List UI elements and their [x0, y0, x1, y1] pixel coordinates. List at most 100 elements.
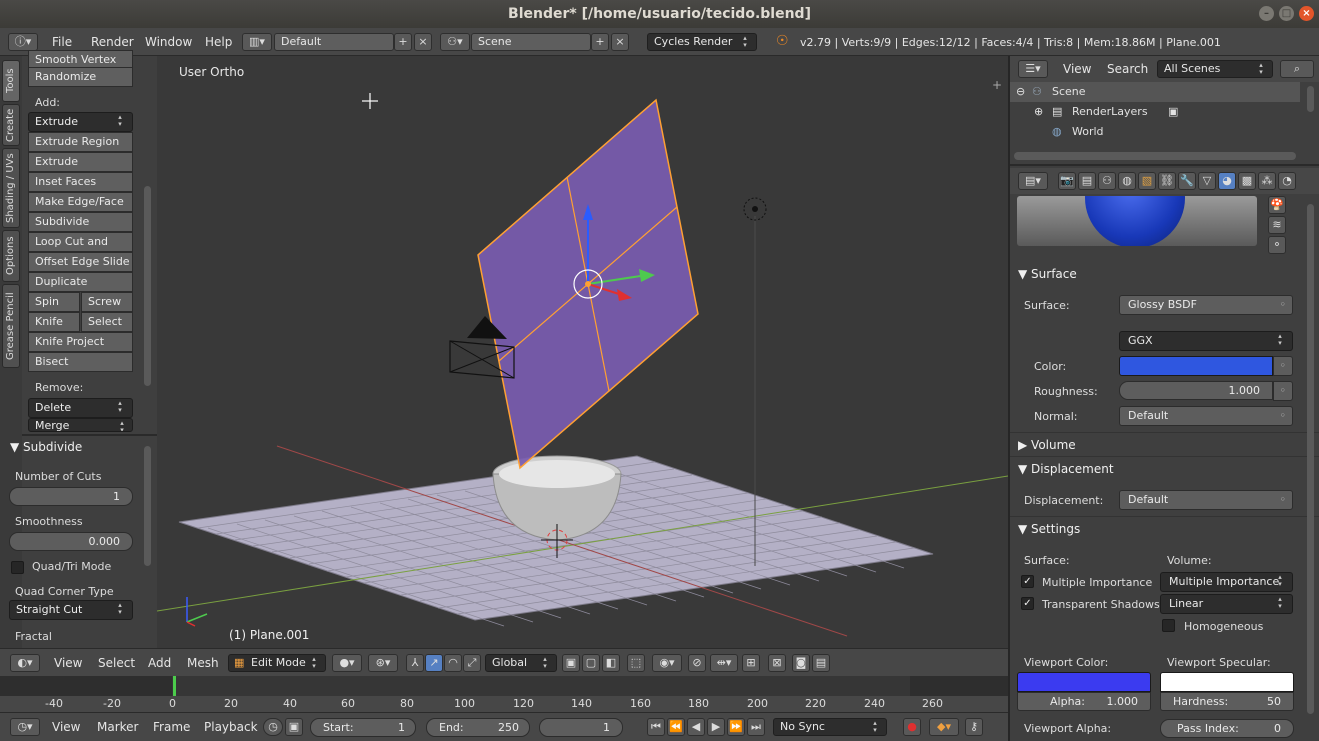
displacement-field[interactable]: Default [1119, 490, 1293, 510]
particles-tab-icon[interactable]: ⁂ [1258, 172, 1276, 190]
render-image-icon[interactable]: ◙ [792, 654, 810, 672]
info-editor-icon[interactable]: ⓘ▾ [8, 33, 38, 51]
outliner-menu-view[interactable]: View [1063, 62, 1091, 76]
manipulator-toggle-icon[interactable]: ⅄ [406, 654, 424, 672]
extrude-individual-button[interactable]: Extrude Individual [28, 152, 133, 186]
object-tab-icon[interactable]: ▧ [1138, 172, 1156, 190]
jump-keyframe-back-icon[interactable]: ⏪ [667, 718, 685, 736]
maximize-button[interactable]: □ [1279, 6, 1294, 21]
menu-add[interactable]: Add [148, 656, 171, 670]
scale-icon[interactable]: ⤢ [463, 654, 481, 672]
outliner-row-renderlayers[interactable]: ⊕ ▤ RenderLayers ▣ [1010, 102, 1300, 122]
hardness-field[interactable]: Hardness: 50 [1160, 692, 1294, 711]
menu-help[interactable]: Help [205, 35, 232, 49]
layout-browse-icon[interactable]: ▥▾ [242, 33, 272, 51]
play-icon[interactable]: ▶ [707, 718, 725, 736]
orientation-select[interactable]: Global [485, 654, 557, 672]
subdivide-button[interactable]: Subdivide [28, 212, 133, 232]
keyset-icon[interactable]: ⚷ [965, 718, 983, 736]
remove-layout-icon[interactable]: × [414, 33, 432, 51]
pass-index-field[interactable]: Pass Index: 0 [1160, 719, 1294, 738]
displacement-section-header[interactable]: ▼ Displacement [1018, 458, 1303, 480]
properties-editor-icon[interactable]: ▤▾ [1018, 172, 1048, 190]
tab-create[interactable]: Create [2, 104, 20, 146]
properties-toggle-icon[interactable]: + [992, 78, 1002, 92]
surface-section-header[interactable]: ▼ Surface [1018, 263, 1303, 285]
operator-header[interactable]: ▼ Subdivide [10, 440, 82, 454]
layer-vertex-icon[interactable]: ▣ [562, 654, 580, 672]
inset-faces-button[interactable]: Inset Faces [28, 172, 133, 192]
viewport-specular-swatch[interactable] [1160, 672, 1294, 692]
menu-select[interactable]: Select [98, 656, 135, 670]
properties-scrollbar[interactable] [1307, 204, 1314, 714]
translate-icon[interactable]: ↗ [425, 654, 443, 672]
expand-icon[interactable]: ⊖ [1016, 82, 1025, 102]
extrude-region-button[interactable]: Extrude Region [28, 132, 133, 152]
add-scene-icon[interactable]: + [591, 33, 609, 51]
end-frame-field[interactable]: End: 250 [426, 718, 530, 737]
preview-flat-icon[interactable]: 🍄 [1268, 196, 1286, 214]
layer-edge-icon[interactable]: ▢ [582, 654, 600, 672]
jump-start-icon[interactable]: ⏮ [647, 718, 665, 736]
knife-select-button[interactable]: Select [81, 312, 133, 332]
use-preview-range-icon[interactable]: ◷ [263, 718, 283, 736]
spin-button[interactable]: Spin [28, 292, 80, 312]
toolshelf-scrollbar[interactable] [144, 186, 151, 386]
3d-viewport[interactable]: User Ortho (1) Plane.001 + [157, 56, 1008, 648]
expand-icon[interactable]: ⊕ [1034, 102, 1043, 122]
outliner-scrollbar[interactable] [1307, 86, 1314, 112]
outliner-menu-search[interactable]: Search [1107, 62, 1148, 76]
menu-file[interactable]: File [52, 35, 72, 49]
layout-name-field[interactable]: Default [274, 33, 394, 51]
play-reverse-icon[interactable]: ◀ [687, 718, 705, 736]
tl-menu-frame[interactable]: Frame [153, 720, 190, 734]
modifiers-tab-icon[interactable]: 🔧 [1178, 172, 1196, 190]
settings-section-header[interactable]: ▼ Settings [1018, 518, 1303, 540]
editor-divider[interactable] [1008, 56, 1010, 741]
menu-render[interactable]: Render [91, 35, 134, 49]
close-button[interactable]: × [1299, 6, 1314, 21]
scene-tab-icon[interactable]: ⚇ [1098, 172, 1116, 190]
screw-button[interactable]: Screw [81, 292, 133, 312]
scene-name-field[interactable]: Scene [471, 33, 591, 51]
keying-icon[interactable]: ◆▾ [929, 718, 959, 736]
add-layout-icon[interactable]: + [394, 33, 412, 51]
outliner-search-icon[interactable]: ⌕ [1280, 60, 1314, 78]
roughness-field[interactable]: 1.000 [1119, 381, 1273, 400]
duplicate-button[interactable]: Duplicate [28, 272, 133, 292]
outliner-filter-select[interactable]: All Scenes [1157, 60, 1273, 78]
pivot-select-icon[interactable]: ⊛▾ [368, 654, 398, 672]
render-tab-icon[interactable]: 📷 [1058, 172, 1076, 190]
menu-window[interactable]: Window [145, 35, 192, 49]
tab-grease-pencil[interactable]: Grease Pencil [2, 284, 20, 368]
tl-menu-view[interactable]: View [52, 720, 80, 734]
render-anim-icon[interactable]: ▤ [812, 654, 830, 672]
render-engine-select[interactable]: Cycles Render [647, 33, 757, 51]
knife-project-button[interactable]: Knife Project [28, 332, 133, 352]
smoothness-field[interactable]: 0.000 [9, 532, 133, 551]
layer-face-icon[interactable]: ◧ [602, 654, 620, 672]
number-of-cuts-field[interactable]: 1 [9, 487, 133, 506]
normal-field[interactable]: Default [1119, 406, 1293, 426]
quadtri-checkbox[interactable] [11, 561, 24, 574]
rotate-icon[interactable]: ◠ [444, 654, 462, 672]
roughness-socket-button[interactable] [1273, 381, 1293, 401]
proportional-icon[interactable]: ◉▾ [652, 654, 682, 672]
record-icon[interactable]: ● [903, 718, 921, 736]
scene-browse-icon[interactable]: ⚇▾ [440, 33, 470, 51]
render-layers-tab-icon[interactable]: ▤ [1078, 172, 1096, 190]
proportional-edit-icon[interactable]: ⊘ [688, 654, 706, 672]
shading-select-icon[interactable]: ●▾ [332, 654, 362, 672]
tab-shading-uvs[interactable]: Shading / UVs [2, 148, 20, 228]
jump-end-icon[interactable]: ⏭ [747, 718, 765, 736]
editor-type-icon[interactable]: ◐▾ [10, 654, 40, 672]
minimize-button[interactable]: – [1259, 6, 1274, 21]
world-tab-icon[interactable]: ◍ [1118, 172, 1136, 190]
color-swatch[interactable] [1119, 356, 1273, 376]
remove-scene-icon[interactable]: × [611, 33, 629, 51]
loop-cut-slide-button[interactable]: Loop Cut and Slide [28, 232, 133, 266]
texture-tab-icon[interactable]: ▩ [1238, 172, 1256, 190]
surface-shader-field[interactable]: Glossy BSDF [1119, 295, 1293, 315]
snap-target-icon[interactable]: ⊞ [742, 654, 760, 672]
multiple-importance-checkbox[interactable]: ✓ [1021, 575, 1034, 588]
